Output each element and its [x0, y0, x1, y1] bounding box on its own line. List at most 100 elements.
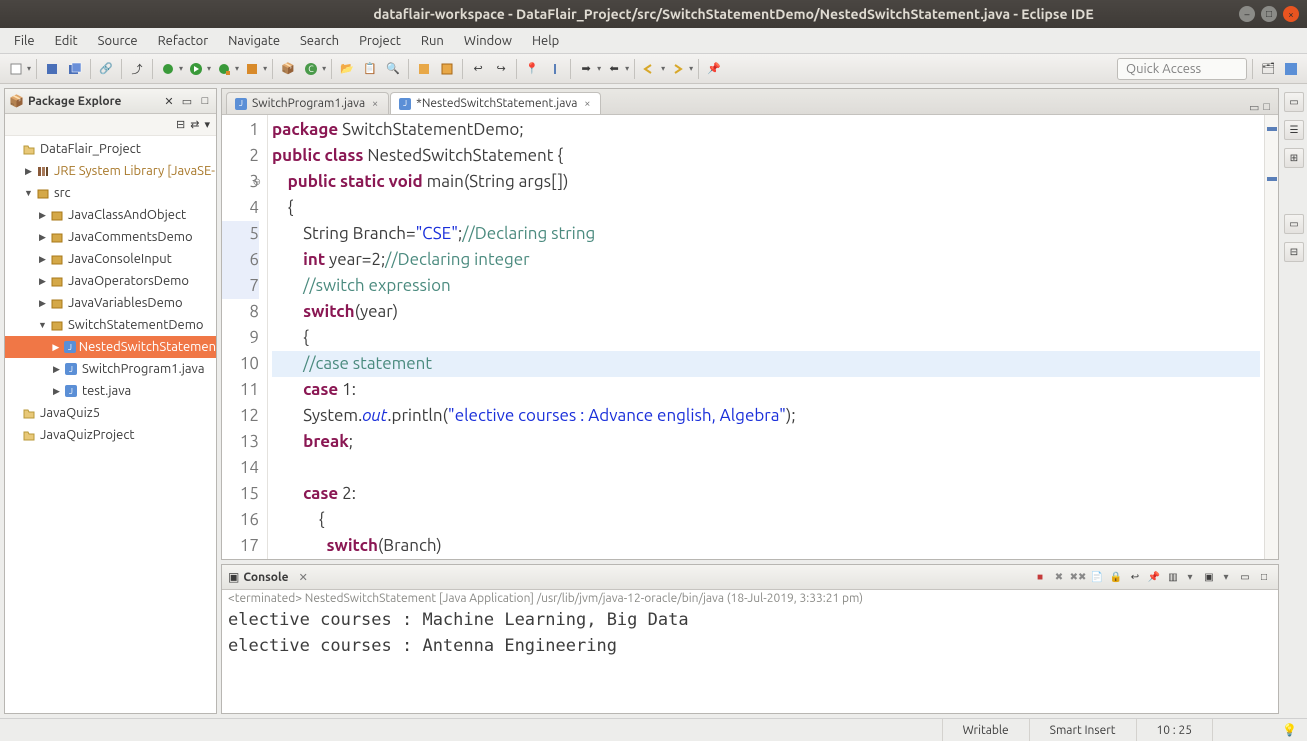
- word-wrap-icon[interactable]: ↩: [1127, 569, 1143, 585]
- package-tree[interactable]: DataFlair_Project▶JRE System Library [Ja…: [5, 136, 216, 713]
- editor-tab-row: JSwitchProgram1.java×J*NestedSwitchState…: [222, 89, 1278, 115]
- menu-project[interactable]: Project: [351, 32, 409, 50]
- collapse-all-icon[interactable]: ⊟: [176, 118, 185, 131]
- forward-button[interactable]: [668, 59, 688, 79]
- tree-node[interactable]: JavaQuiz5: [5, 402, 216, 424]
- package-explorer-view: 📦 Package Explore ✕ ▭ □ ⊟ ⇄ ▾ DataFlair_…: [4, 88, 217, 714]
- debug-button[interactable]: [158, 59, 178, 79]
- tree-node[interactable]: JavaQuizProject: [5, 424, 216, 446]
- open-console-icon[interactable]: ▣: [1201, 569, 1217, 585]
- annotation-next-button[interactable]: ↪: [491, 59, 511, 79]
- pin-editor-button[interactable]: 📌: [704, 59, 724, 79]
- skip-button[interactable]: ⤴: [127, 59, 147, 79]
- remove-all-icon[interactable]: ✖✖: [1070, 569, 1086, 585]
- toggle-mark-button[interactable]: [414, 59, 434, 79]
- terminate-icon[interactable]: ■: [1032, 569, 1048, 585]
- editor-max-icon[interactable]: □: [1263, 101, 1270, 114]
- menu-run[interactable]: Run: [413, 32, 452, 50]
- tree-node[interactable]: ▶Jtest.java: [5, 380, 216, 402]
- toggle-button[interactable]: 🔗: [96, 59, 116, 79]
- tree-node[interactable]: ▶JNestedSwitchStatemen: [5, 336, 216, 358]
- outline-icon[interactable]: ⊞: [1284, 148, 1304, 168]
- menu-search[interactable]: Search: [292, 32, 347, 50]
- toggle-block-button[interactable]: [437, 59, 457, 79]
- menu-help[interactable]: Help: [524, 32, 567, 50]
- new-package-button[interactable]: 📦: [278, 59, 298, 79]
- minimize-view-icon[interactable]: ▭: [180, 94, 194, 108]
- run-button[interactable]: [186, 59, 206, 79]
- tree-node[interactable]: ▶JSwitchProgram1.java: [5, 358, 216, 380]
- console-process-info: <terminated> NestedSwitchStatement [Java…: [222, 590, 1278, 607]
- close-tab-icon[interactable]: ×: [582, 98, 592, 110]
- link-editor-icon[interactable]: ⇄: [190, 118, 199, 131]
- next-annotation-button[interactable]: ➡: [576, 59, 596, 79]
- tree-node[interactable]: ▶JavaConsoleInput: [5, 248, 216, 270]
- scroll-lock-icon[interactable]: 🔒: [1108, 569, 1124, 585]
- menu-file[interactable]: File: [6, 32, 43, 50]
- tree-node[interactable]: ▶JavaVariablesDemo: [5, 292, 216, 314]
- menu-refactor[interactable]: Refactor: [150, 32, 217, 50]
- quick-access-input[interactable]: Quick Access: [1117, 58, 1247, 80]
- restore2-icon[interactable]: ▭: [1284, 214, 1304, 234]
- java-perspective-button[interactable]: [1281, 59, 1301, 79]
- outline2-icon[interactable]: ⊟: [1284, 242, 1304, 262]
- tip-icon[interactable]: 💡: [1272, 723, 1307, 737]
- tree-node[interactable]: ▼src: [5, 182, 216, 204]
- editor-min-icon[interactable]: ▭: [1249, 101, 1259, 114]
- status-insert-mode: Smart Insert: [1029, 719, 1136, 741]
- console-max-icon[interactable]: □: [1256, 569, 1272, 585]
- tree-node[interactable]: DataFlair_Project: [5, 138, 216, 160]
- window-title: dataflair-workspace - DataFlair_Project/…: [228, 6, 1239, 22]
- search-button[interactable]: 🔍: [383, 59, 403, 79]
- close-tab-icon[interactable]: ×: [370, 98, 380, 110]
- last-edit-button[interactable]: 📍: [522, 59, 542, 79]
- menu-edit[interactable]: Edit: [47, 32, 86, 50]
- code-editor[interactable]: 123⊖4567891011121314151617 package Switc…: [222, 115, 1278, 559]
- line-number-gutter[interactable]: 123⊖4567891011121314151617: [222, 115, 268, 559]
- maximize-view-icon[interactable]: □: [198, 94, 212, 108]
- window-minimize-button[interactable]: –: [1239, 6, 1255, 22]
- console-output[interactable]: elective courses : Machine Learning, Big…: [222, 607, 1278, 713]
- menu-window[interactable]: Window: [456, 32, 520, 50]
- ext-tools-button[interactable]: [242, 59, 262, 79]
- back-button[interactable]: [640, 59, 660, 79]
- editor-tab[interactable]: J*NestedSwitchStatement.java×: [390, 92, 601, 114]
- pin-console-icon[interactable]: 📌: [1146, 569, 1162, 585]
- view-menu-dropdown-icon[interactable]: ▾: [204, 118, 210, 131]
- svg-text:C: C: [308, 64, 314, 74]
- editor-tab[interactable]: JSwitchProgram1.java×: [226, 92, 389, 114]
- window-close-button[interactable]: ×: [1283, 6, 1299, 22]
- remove-launch-icon[interactable]: ✖: [1051, 569, 1067, 585]
- display-console-icon[interactable]: ▥: [1165, 569, 1181, 585]
- save-button[interactable]: [42, 59, 62, 79]
- tree-node[interactable]: ▶JavaOperatorsDemo: [5, 270, 216, 292]
- new-class-button[interactable]: C: [301, 59, 321, 79]
- window-maximize-button[interactable]: □: [1261, 6, 1277, 22]
- annotation-prev-button[interactable]: ↩: [468, 59, 488, 79]
- tree-node[interactable]: ▶JavaCommentsDemo: [5, 226, 216, 248]
- menu-source[interactable]: Source: [90, 32, 146, 50]
- tree-node[interactable]: ▶JRE System Library [JavaSE-: [5, 160, 216, 182]
- new-button[interactable]: [6, 59, 26, 79]
- console-icon: ▣: [228, 570, 239, 584]
- clear-console-icon[interactable]: 📄: [1089, 569, 1105, 585]
- open-perspective-button[interactable]: 🗂: [1258, 59, 1278, 79]
- coverage-button[interactable]: [214, 59, 234, 79]
- code-content[interactable]: package SwitchStatementDemo;public class…: [268, 115, 1264, 559]
- tree-node[interactable]: ▶JavaClassAndObject: [5, 204, 216, 226]
- restore-icon[interactable]: ▭: [1284, 92, 1304, 112]
- tree-node[interactable]: ▼SwitchStatementDemo: [5, 314, 216, 336]
- console-close-icon[interactable]: ✕: [299, 571, 308, 584]
- overview-ruler[interactable]: [1264, 115, 1278, 559]
- menu-navigate[interactable]: Navigate: [220, 32, 288, 50]
- pin-button[interactable]: [545, 59, 565, 79]
- open-type-button[interactable]: 📂: [337, 59, 357, 79]
- view-menu-icon[interactable]: ✕: [162, 94, 176, 108]
- open-task-button[interactable]: 📋: [360, 59, 380, 79]
- save-all-button[interactable]: [65, 59, 85, 79]
- prev-annotation-button[interactable]: ⬅: [604, 59, 624, 79]
- task-list-icon[interactable]: ☰: [1284, 120, 1304, 140]
- svg-text:J: J: [69, 387, 73, 396]
- console-min-icon[interactable]: ▭: [1237, 569, 1253, 585]
- svg-text:J: J: [68, 343, 72, 352]
